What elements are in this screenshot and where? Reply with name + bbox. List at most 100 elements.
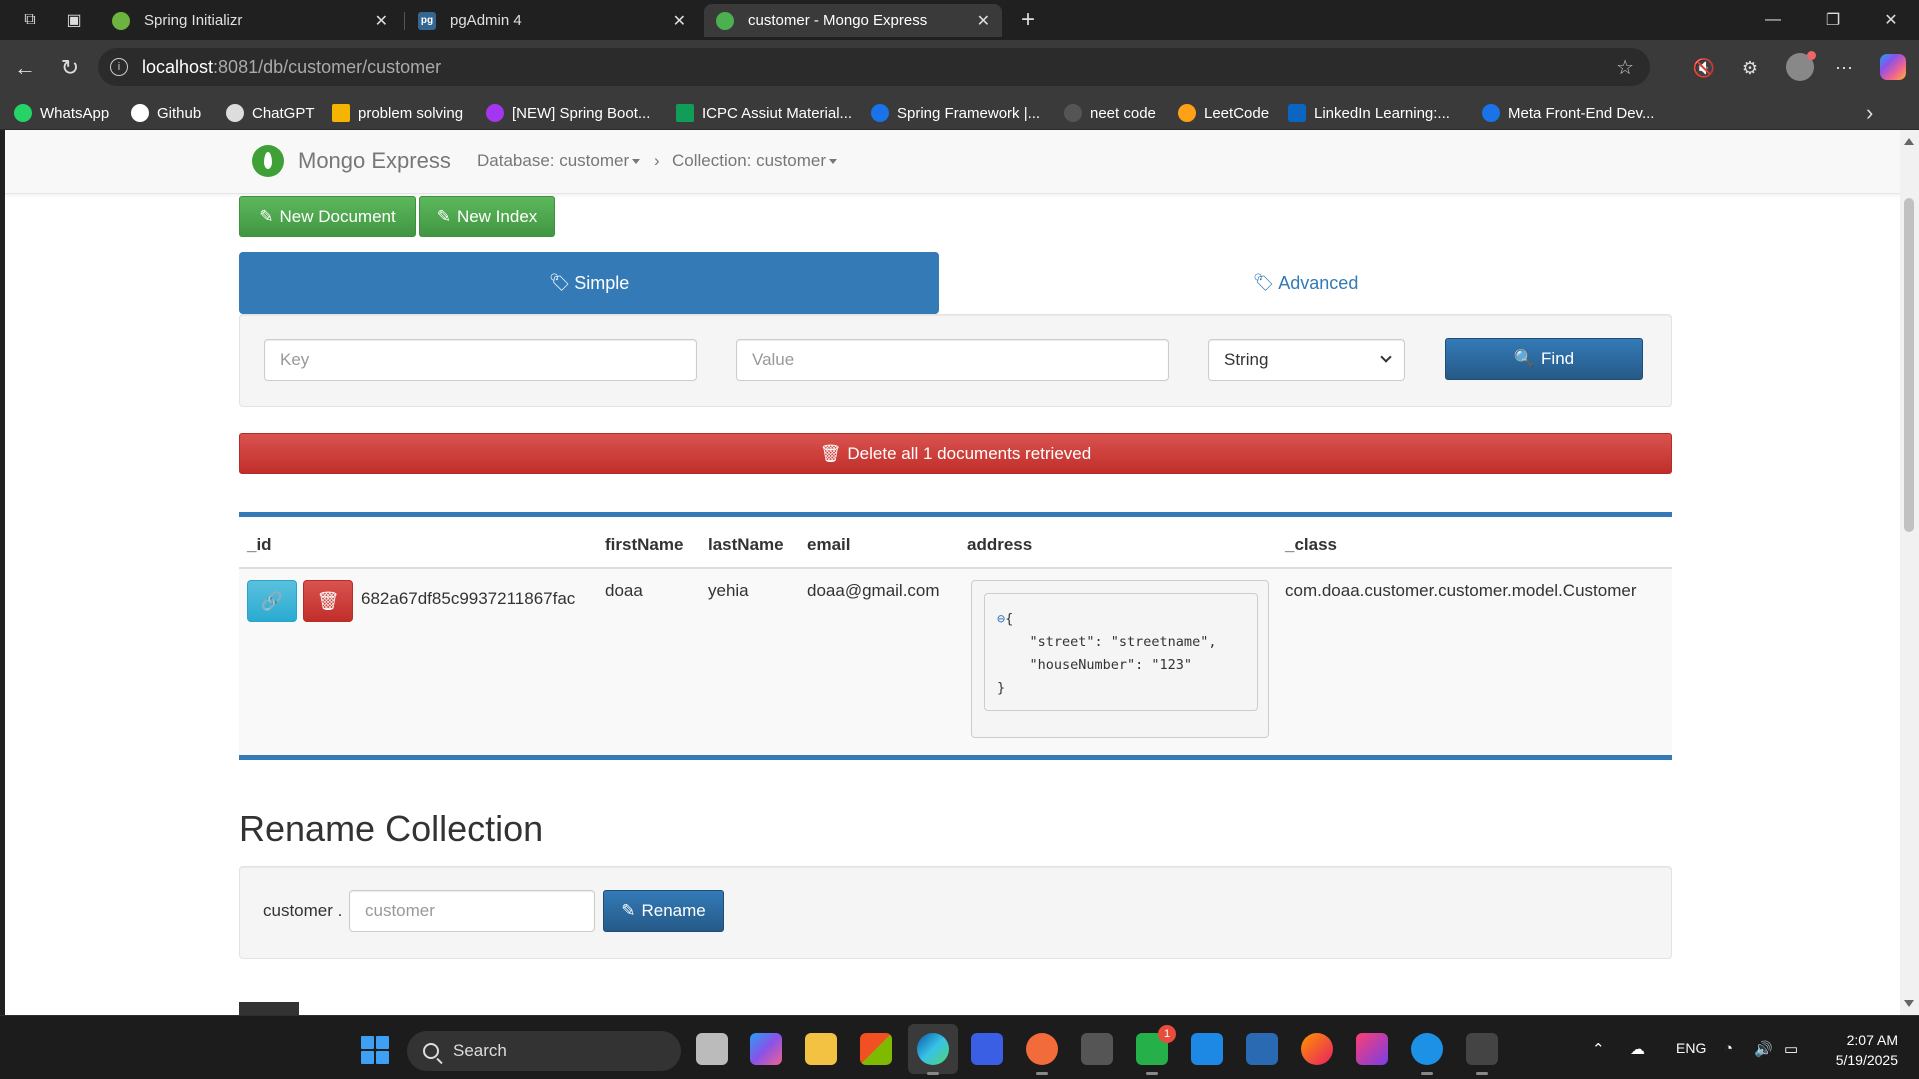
pgadmin-icon: pg [418, 11, 436, 30]
bookmark-leetcode[interactable]: LeetCode [1178, 103, 1269, 123]
top-navbar: Mongo Express Database: customer › Colle… [5, 130, 1900, 194]
database-dropdown[interactable]: Database: customer [477, 151, 641, 171]
tab-advanced[interactable]: 🏷 Advanced [939, 252, 1672, 314]
vscode-icon[interactable] [1191, 1033, 1223, 1065]
tab-simple[interactable]: 🏷 Simple [239, 252, 939, 314]
more-menu-icon[interactable]: ⋯ [1830, 54, 1858, 82]
bookmark-neet-code[interactable]: neet code [1064, 103, 1156, 123]
cell-id[interactable]: 682a67df85c9937211867fac [361, 589, 575, 609]
type-select[interactable]: String [1208, 339, 1405, 381]
scroll-down-icon[interactable] [1904, 1000, 1914, 1007]
scroll-up-icon[interactable] [1904, 138, 1914, 145]
extensions-icon[interactable]: ⚙ [1736, 54, 1764, 82]
simple-search-well: Key Value String 🔍 Find [239, 314, 1672, 407]
bookmark-spring-boot-course[interactable]: [NEW] Spring Boot... [486, 103, 650, 123]
chevron-right-icon[interactable]: › [1866, 100, 1873, 126]
delete-document-button[interactable]: 🗑 [303, 580, 353, 622]
search-icon: 🔍 [1513, 349, 1536, 368]
firefox-icon[interactable] [1301, 1033, 1333, 1065]
close-tab-icon[interactable]: ✕ [375, 11, 388, 31]
column-header-lastname[interactable]: lastName [708, 535, 784, 555]
column-header-class[interactable]: _class [1285, 535, 1337, 555]
restore-button[interactable]: ❐ [1805, 0, 1861, 40]
copilot-icon[interactable] [1880, 54, 1906, 80]
close-window-button[interactable]: ✕ [1863, 0, 1919, 40]
bookmark-chatgpt[interactable]: ChatGPT [226, 103, 315, 123]
minimize-button[interactable]: — [1745, 0, 1801, 40]
postman-icon[interactable] [1026, 1033, 1058, 1075]
bookmark-problem-solving[interactable]: problem solving [332, 103, 463, 123]
back-icon[interactable]: ← [11, 54, 39, 82]
onedrive-icon[interactable]: ☁ [1630, 1040, 1645, 1058]
workspaces-icon[interactable]: ⧉ [18, 8, 42, 32]
mute-icon[interactable]: 🔇 [1690, 54, 1718, 82]
column-header-id[interactable]: _id [247, 535, 272, 555]
brand[interactable]: Mongo Express [252, 145, 451, 177]
chevron-down-icon [1380, 351, 1392, 363]
clock[interactable]: 2:07 AM 5/19/2025 [1820, 1030, 1898, 1070]
scroll-thumb[interactable] [1904, 198, 1914, 532]
rename-button[interactable]: ✎ Rename [603, 890, 724, 932]
battery-icon[interactable]: ▭ [1784, 1040, 1798, 1058]
page-scrollbar[interactable] [1900, 130, 1919, 1015]
bookmark-linkedin-learning[interactable]: LinkedIn Learning:... [1288, 103, 1450, 123]
close-tab-icon[interactable]: ✕ [673, 11, 686, 31]
cell-firstname[interactable]: doaa [605, 581, 643, 601]
docker-icon[interactable] [1411, 1033, 1443, 1075]
caret-down-icon [829, 159, 838, 165]
file-explorer-icon[interactable] [805, 1033, 837, 1065]
site-info-icon[interactable]: i [110, 58, 128, 76]
address-field[interactable]: i localhost:8081/db/customer/customer ☆ [98, 48, 1650, 86]
column-header-firstname[interactable]: firstName [605, 535, 683, 555]
wifi-icon[interactable]: ◔ [1724, 1040, 1733, 1057]
edge-icon[interactable] [917, 1033, 949, 1075]
new-tab-button[interactable]: + [1014, 6, 1042, 34]
bookmark-spring-framework[interactable]: Spring Framework |... [871, 103, 1040, 123]
chat-app-icon[interactable]: 1 [1136, 1025, 1176, 1075]
chevron-up-icon[interactable]: ⌃ [1592, 1040, 1605, 1058]
profile-avatar[interactable] [1786, 51, 1816, 81]
copilot-app-icon[interactable] [750, 1033, 782, 1065]
windows-start-icon[interactable] [361, 1036, 389, 1064]
tab-spring-initializr[interactable]: Spring Initializr ✕ [100, 4, 400, 37]
bookmark-icpc[interactable]: ICPC Assiut Material... [676, 103, 852, 123]
collapse-toggle-icon[interactable]: ⊖ [997, 611, 1005, 627]
task-view-icon[interactable] [696, 1033, 728, 1065]
key-input[interactable]: Key [264, 339, 697, 381]
cell-address[interactable]: ⊖{ "street": "streetname", "houseNumber"… [971, 580, 1269, 738]
cell-lastname[interactable]: yehia [708, 581, 749, 601]
tab-mongo-express[interactable]: customer - Mongo Express ✕ [704, 4, 1002, 37]
collection-dropdown[interactable]: Collection: customer [672, 151, 838, 171]
terminal-icon[interactable] [1466, 1033, 1498, 1075]
column-header-email[interactable]: email [807, 535, 850, 555]
bookmark-whatsapp[interactable]: WhatsApp [14, 103, 109, 123]
favorite-star-icon[interactable]: ☆ [1616, 55, 1634, 80]
new-document-button[interactable]: ✎ New Document [239, 196, 416, 237]
column-header-address[interactable]: address [967, 535, 1032, 555]
intellij-icon[interactable] [1356, 1033, 1388, 1065]
url-path: :8081/db/customer/customer [213, 56, 442, 77]
bookmark-meta-front-end[interactable]: Meta Front-End Dev... [1482, 103, 1654, 123]
rename-input[interactable]: customer [349, 890, 595, 932]
store-icon[interactable] [860, 1033, 892, 1065]
view-document-button[interactable]: 🔗 [247, 580, 297, 622]
bookmark-github[interactable]: Github [131, 103, 201, 123]
taskbar-search[interactable]: Search [407, 1031, 681, 1071]
vm-icon[interactable] [1081, 1033, 1113, 1065]
ms-whiteboard-icon[interactable] [971, 1033, 1003, 1065]
vertical-tabs-icon[interactable]: ▣ [62, 8, 86, 32]
documents-table: _id firstName lastName email address _cl… [239, 512, 1672, 760]
cell-email[interactable]: doaa@gmail.com [807, 581, 940, 601]
reload-icon[interactable]: ↻ [56, 54, 84, 82]
delete-all-button[interactable]: 🗑 Delete all 1 documents retrieved [239, 433, 1672, 474]
github-icon [131, 104, 149, 122]
new-index-button[interactable]: ✎ New Index [419, 196, 555, 237]
volume-icon[interactable]: 🔊 [1754, 1040, 1773, 1058]
value-input[interactable]: Value [736, 339, 1169, 381]
close-tab-icon[interactable]: ✕ [977, 11, 990, 31]
language-indicator[interactable]: ENG [1676, 1040, 1706, 1056]
tab-pgadmin[interactable]: pg pgAdmin 4 ✕ [406, 4, 698, 37]
find-button[interactable]: 🔍 Find [1445, 338, 1643, 380]
cell-class[interactable]: com.doaa.customer.customer.model.Custome… [1285, 581, 1636, 601]
ssms-icon[interactable] [1246, 1033, 1278, 1065]
